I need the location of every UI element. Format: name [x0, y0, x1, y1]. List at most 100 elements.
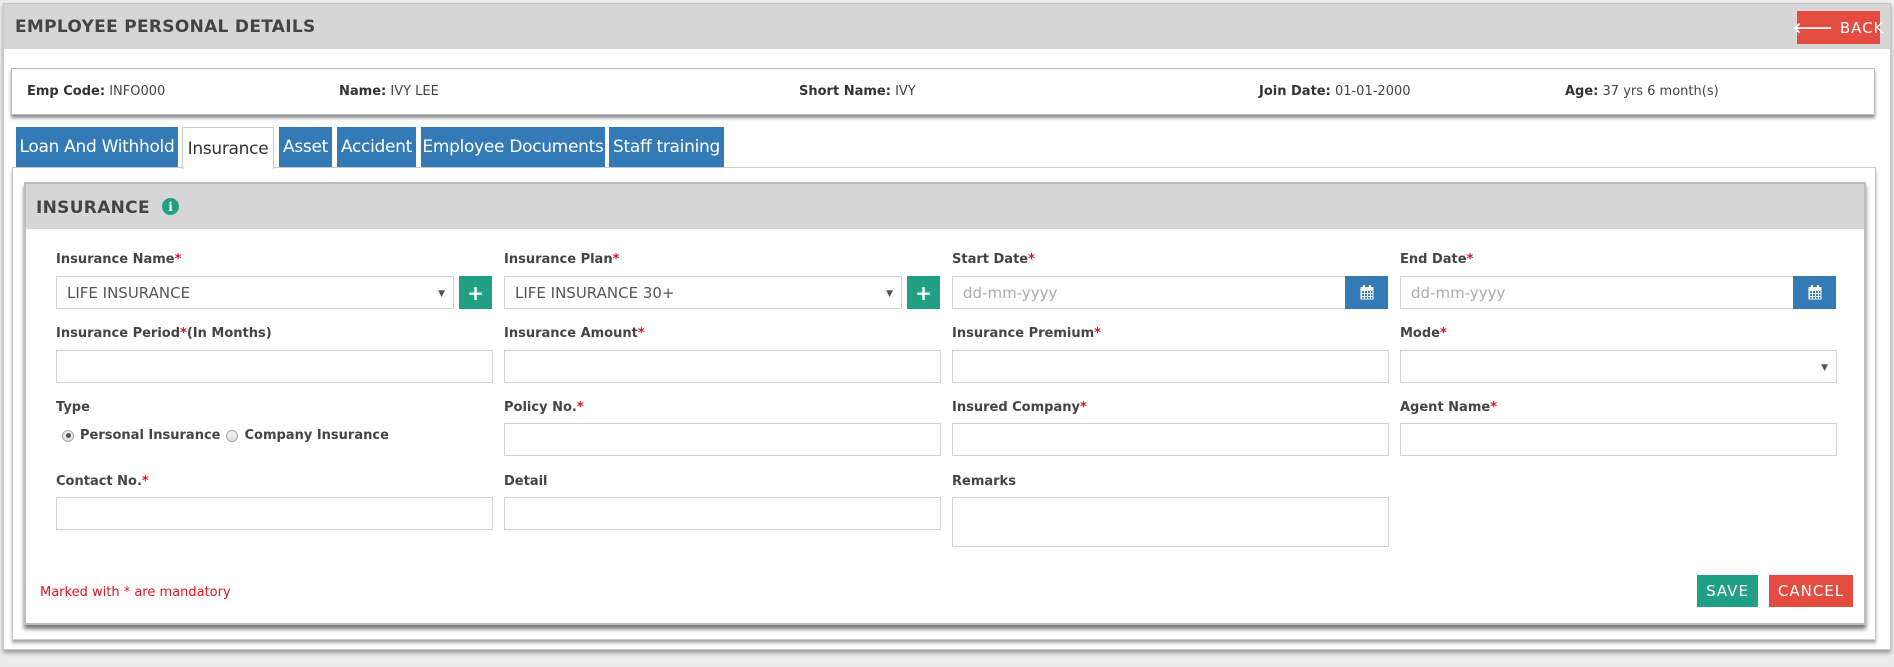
employee-summary: Emp Code: INFO000 Name: IVY LEE Short Na… [11, 68, 1875, 115]
insurance-name-label: Insurance Name* [56, 252, 181, 267]
join-date-value: 01-01-2000 [1334, 84, 1411, 99]
page-title: EMPLOYEE PERSONAL DETAILS [15, 17, 316, 37]
short-name-info: Short Name: IVY [799, 84, 916, 99]
label-text: Agent Name [1400, 400, 1491, 415]
remarks-textarea[interactable] [952, 497, 1389, 547]
insurance-amount-input[interactable] [504, 350, 941, 383]
cancel-button[interactable]: CANCEL [1769, 575, 1853, 607]
insurance-plan-select[interactable]: LIFE INSURANCE 30+ ▼ [504, 276, 902, 309]
policy-no-input[interactable] [504, 423, 941, 456]
contact-no-label: Contact No.* [56, 474, 149, 489]
company-insurance-label[interactable]: Company Insurance [244, 428, 388, 443]
plus-icon: + [467, 280, 484, 305]
start-date-placeholder: dd-mm-yyyy [963, 283, 1058, 302]
tab-employee-documents[interactable]: Employee Documents [421, 127, 605, 167]
insured-company-input[interactable] [952, 423, 1389, 456]
required-marker: * [612, 252, 620, 267]
required-marker: * [174, 252, 182, 267]
remarks-label: Remarks [952, 474, 1016, 489]
insurance-premium-label: Insurance Premium* [952, 326, 1101, 341]
insurance-period-label: Insurance Period*(In Months) [56, 326, 272, 341]
end-date-placeholder: dd-mm-yyyy [1411, 283, 1506, 302]
name-label: Name: [339, 84, 387, 99]
insurance-name-value: LIFE INSURANCE [67, 283, 191, 302]
name-value: IVY LEE [390, 84, 439, 99]
start-date-label: Start Date* [952, 252, 1035, 267]
label-text: Insurance Period [56, 326, 181, 341]
mode-select[interactable]: ▼ [1400, 350, 1837, 383]
chevron-down-icon: ▼ [886, 289, 893, 299]
label-text: Contact No. [56, 474, 142, 489]
insured-company-label: Insured Company* [952, 400, 1087, 415]
tab-staff-training[interactable]: Staff training [609, 127, 724, 167]
join-date-label: Join Date: [1259, 84, 1331, 99]
label-text: Insurance Name [56, 252, 175, 267]
label-text: End Date [1400, 252, 1467, 267]
personal-insurance-label[interactable]: Personal Insurance [80, 428, 220, 443]
required-marker: * [180, 326, 187, 341]
emp-code-value: INFO000 [109, 84, 166, 99]
insurance-period-input[interactable] [56, 350, 493, 383]
required-marker: * [576, 400, 584, 415]
name-info: Name: IVY LEE [339, 84, 439, 99]
back-button[interactable]: 🡐 BACK [1793, 11, 1883, 44]
label-text: Type [56, 400, 90, 415]
plus-icon: + [915, 280, 932, 305]
start-date-input[interactable]: dd-mm-yyyy [952, 276, 1346, 309]
join-date-info: Join Date: 01-01-2000 [1259, 84, 1411, 99]
policy-no-label: Policy No.* [504, 400, 584, 415]
tab-accident[interactable]: Accident [337, 127, 416, 167]
short-name-value: IVY [895, 84, 916, 99]
label-text: Insurance Plan [504, 252, 613, 267]
mode-label: Mode* [1400, 326, 1447, 341]
tab-insurance[interactable]: Insurance [182, 127, 274, 169]
insurance-plan-label: Insurance Plan* [504, 252, 619, 267]
age-info: Age: 37 yrs 6 month(s) [1565, 84, 1719, 99]
insurance-name-select[interactable]: LIFE INSURANCE ▼ [56, 276, 454, 309]
insurance-premium-input[interactable] [952, 350, 1389, 383]
info-icon[interactable]: i [162, 198, 179, 215]
required-marker: * [1440, 326, 1447, 341]
add-insurance-plan-button[interactable]: + [907, 276, 940, 309]
label-text: Mode [1400, 326, 1440, 341]
company-insurance-radio[interactable] [226, 429, 239, 442]
back-button-label: BACK [1839, 18, 1885, 37]
end-date-input[interactable]: dd-mm-yyyy [1400, 276, 1794, 309]
start-date-calendar-button[interactable] [1345, 276, 1388, 309]
label-suffix: (In Months) [186, 326, 272, 341]
tab-asset[interactable]: Asset [279, 127, 332, 167]
save-button[interactable]: SAVE [1697, 575, 1758, 607]
agent-name-input[interactable] [1400, 423, 1837, 456]
type-label: Type [56, 400, 90, 415]
insurance-amount-label: Insurance Amount* [504, 326, 645, 341]
page-header: EMPLOYEE PERSONAL DETAILS 🡐 BACK [4, 4, 1890, 49]
end-date-calendar-button[interactable] [1793, 276, 1836, 309]
emp-code-info: Emp Code: INFO000 [27, 84, 165, 99]
insurance-panel: INSURANCE i [24, 182, 1866, 625]
label-text: Remarks [952, 474, 1016, 489]
label-text: Insured Company [952, 400, 1080, 415]
label-text: Insurance Amount [504, 326, 638, 341]
detail-input[interactable] [504, 497, 941, 530]
required-marker: * [1028, 252, 1035, 267]
tab-loan-and-withhold[interactable]: Loan And Withhold [16, 127, 178, 167]
chevron-down-icon: ▼ [1821, 363, 1828, 373]
add-insurance-name-button[interactable]: + [459, 276, 492, 309]
insurance-plan-value: LIFE INSURANCE 30+ [515, 283, 675, 302]
label-text: Start Date [952, 252, 1029, 267]
contact-no-input[interactable] [56, 497, 493, 530]
emp-code-label: Emp Code: [27, 84, 106, 99]
personal-insurance-radio[interactable] [62, 429, 74, 442]
mandatory-note: Marked with * are mandatory [40, 585, 231, 600]
detail-label: Detail [504, 474, 548, 489]
calendar-icon [1808, 285, 1821, 300]
required-marker: * [1490, 400, 1498, 415]
insurance-title: INSURANCE [36, 198, 150, 218]
age-value: 37 yrs 6 month(s) [1602, 84, 1719, 99]
chevron-down-icon: ▼ [438, 289, 445, 299]
label-text: Detail [504, 474, 548, 489]
label-text: Policy No. [504, 400, 577, 415]
required-marker: * [637, 326, 645, 341]
short-name-label: Short Name: [799, 84, 891, 99]
end-date-label: End Date* [1400, 252, 1473, 267]
